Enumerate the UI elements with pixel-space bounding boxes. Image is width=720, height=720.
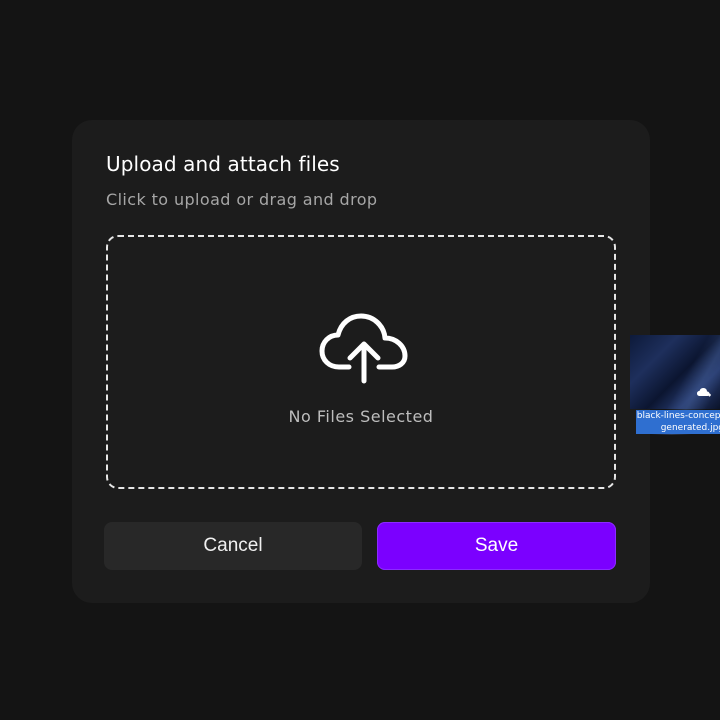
file-dropzone[interactable]: No Files Selected xyxy=(106,235,616,489)
modal-title: Upload and attach files xyxy=(106,152,340,176)
no-files-status: No Files Selected xyxy=(288,407,434,426)
modal-subtitle: Click to upload or drag and drop xyxy=(106,190,378,209)
upload-modal: Upload and attach files Click to upload … xyxy=(72,120,650,603)
cloud-upload-icon xyxy=(319,313,408,384)
file-preview-image xyxy=(630,335,720,435)
file-name-line-1: black-lines-concept xyxy=(636,411,720,421)
dragged-file-thumbnail[interactable]: black-lines-concept generated.jpg xyxy=(630,335,720,435)
file-name-line-2: generated.jpg xyxy=(660,423,720,433)
dragged-file-name: black-lines-concept generated.jpg xyxy=(636,410,720,434)
page: Upload and attach files Click to upload … xyxy=(0,0,720,720)
save-button[interactable]: Save xyxy=(377,522,616,570)
drag-copy-cursor-icon xyxy=(697,388,711,397)
cancel-button[interactable]: Cancel xyxy=(104,522,362,570)
